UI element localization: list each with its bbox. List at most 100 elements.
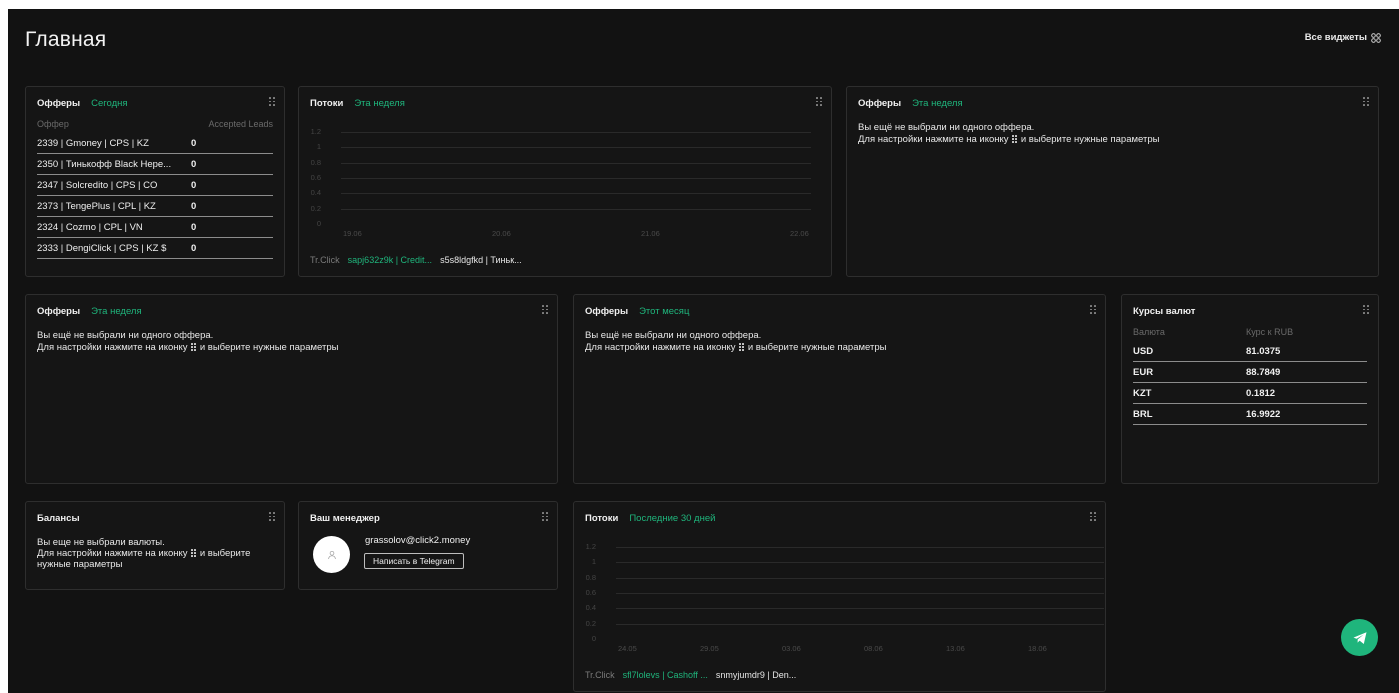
offers-today-widget: Офферы Сегодня Оффер Accepted Leads 2339… [25,86,285,277]
y-tick-label: 0.4 [310,188,321,198]
period-selector[interactable]: Эта неделя [912,98,963,109]
currency-code: EUR [1133,366,1154,378]
legend-item-series-2[interactable]: snmyjumdr9 | Den... [716,670,796,680]
empty-message-line: Для настройки нажмите на иконку и выбери… [858,134,1159,146]
table-header: Оффер Accepted Leads [37,119,273,129]
legend-item-series-2[interactable]: s5s8ldgfkd | Тиньк... [440,255,522,265]
offer-name: 2350 | Тинькофф Black Нере... [37,158,172,170]
table-row: KZT 0.1812 [1133,383,1367,404]
x-tick-label: 19.06 [343,228,362,238]
y-tick-label: 0 [316,218,321,228]
widget-title: Балансы [37,512,80,524]
telegram-fab-button[interactable] [1341,619,1378,656]
x-tick-label: 03.06 [782,643,801,653]
y-tick-label: 1 [591,557,596,567]
offer-name: 2324 | Cozmo | CPL | VN [37,221,143,233]
x-tick-label: 08.06 [864,643,883,653]
table-row: USD 81.0375 [1133,341,1367,362]
grid-line [616,547,1104,548]
empty-message-line: Вы ещё не выбрали ни одного оффера. [37,330,214,341]
widget-header: Ваш менеджер [310,511,546,525]
leads-count: 0 [191,179,197,191]
legend-item-series-1[interactable]: sfl7lolevs | Cashoff ... [623,670,708,680]
drag-handle-icon[interactable] [542,512,548,521]
manager-widget: Ваш менеджер grassolov@click2.money Напи… [298,501,558,590]
chart-legend: Tr.Click sfl7lolevs | Cashoff ... snmyju… [585,670,796,680]
table-row[interactable]: 2339 | Gmoney | CPS | KZ 0 [37,133,273,154]
empty-message-text: Для настройки нажмите на иконку [37,342,188,353]
drag-handle-icon[interactable] [542,305,548,314]
legend-item-trclick[interactable]: Tr.Click [310,255,340,265]
widget-title: Ваш менеджер [310,512,380,524]
flows-week-chart: 1.2 1 0.8 0.6 0.4 0.2 0 19.06 20.06 21.06 22.06 [299,87,833,247]
empty-message-line: Для настройки нажмите на иконку и выбери… [37,548,250,559]
grid-line [616,577,1104,579]
user-avatar-icon [327,550,336,559]
drag-handle-icon [191,343,196,351]
grid-line [341,162,811,164]
table-row[interactable]: 2333 | DengiClick | CPS | KZ $ 0 [37,238,273,259]
drag-handle-icon[interactable] [1363,305,1369,314]
widget-title: Офферы [37,305,81,317]
x-tick-label: 13.06 [946,643,965,653]
write-telegram-button[interactable]: Написать в Telegram [364,553,464,569]
table-row[interactable]: 2324 | Cozmo | CPL | VN 0 [37,217,273,238]
currency-code: KZT [1133,387,1152,399]
offer-name: 2339 | Gmoney | CPS | KZ [37,137,149,149]
empty-message-text: Для настройки нажмите на иконку [585,342,736,353]
balances-widget: Балансы Вы еще не выбрали валюты. Для на… [25,501,285,590]
all-widgets-button[interactable]: Все виджеты [1305,32,1381,43]
empty-state-message: Вы ещё не выбрали ни одного оффера. Для … [37,330,338,354]
legend-item-trclick[interactable]: Tr.Click [585,670,615,680]
column-header-offer: Оффер [37,119,69,129]
page-title: Главная [25,28,107,51]
currency-code: BRL [1133,408,1153,420]
offers-month-widget: Офферы Этот месяц Вы ещё не выбрали ни о… [573,294,1106,484]
x-tick-label: 22.06 [790,228,809,238]
x-tick-label: 18.06 [1028,643,1047,653]
y-tick-label: 0.8 [585,572,596,582]
empty-message-text: и выберите [199,548,251,559]
widget-header: Офферы Эта неделя [37,304,546,318]
grid-line [341,208,811,210]
offers-week-widget: Офферы Эта неделя Вы ещё не выбрали ни о… [846,86,1379,277]
empty-message-line: Вы еще не выбрали валюты. [37,537,165,548]
currency-code: USD [1133,345,1154,357]
table-row[interactable]: 2373 | TengePlus | CPL | KZ 0 [37,196,273,217]
offer-name: 2373 | TengePlus | CPL | KZ [37,200,156,212]
drag-handle-icon[interactable] [1090,305,1096,314]
y-tick-label: 0.6 [310,172,321,182]
offer-name: 2347 | Solcredito | CPS | CO [37,179,158,191]
table-row[interactable]: 2350 | Тинькофф Black Нере... 0 [37,154,273,175]
empty-state-message: Вы еще не выбрали валюты. Для настройки … [37,537,250,570]
x-tick-label: 20.06 [492,228,511,238]
grid-line [616,592,1104,594]
empty-state-message: Вы ещё не выбрали ни одного оффера. Для … [858,122,1159,146]
period-selector[interactable]: Сегодня [91,98,127,109]
grid-line [616,608,1104,610]
widget-title: Офферы [858,97,902,109]
chart-legend: Tr.Click sapj632z9k | Credit... s5s8ldgf… [310,255,522,265]
y-tick-label: 0.6 [585,587,596,597]
all-widgets-label: Все виджеты [1304,32,1367,43]
period-selector[interactable]: Этот месяц [639,306,689,317]
widget-header: Офферы Этот месяц [585,304,1094,318]
y-tick-label: 0 [591,633,596,643]
leads-count: 0 [191,137,197,149]
currency-rates-widget: Курсы валют Валюта Курс к RUB USD 81.0375… [1121,294,1379,484]
legend-item-series-1[interactable]: sapj632z9k | Credit... [348,255,432,265]
drag-handle-icon[interactable] [269,97,275,106]
manager-email[interactable]: grassolov@click2.money [365,535,470,546]
empty-message-line: Для настройки нажмите на иконку и выбери… [585,342,886,354]
x-tick-label: 24.05 [618,643,637,653]
drag-handle-icon[interactable] [1363,97,1369,106]
period-selector[interactable]: Эта неделя [91,306,142,317]
empty-message-text: Для настройки нажмите на иконку [37,548,188,559]
empty-message-line: нужные параметры [37,559,123,570]
drag-handle-icon[interactable] [269,512,275,521]
table-row[interactable]: 2347 | Solcredito | CPS | CO 0 [37,175,273,196]
leads-count: 0 [191,158,197,170]
y-tick-label: 0.8 [310,157,321,167]
column-header-leads: Accepted Leads [208,119,273,129]
y-tick-label: 1 [316,142,321,152]
